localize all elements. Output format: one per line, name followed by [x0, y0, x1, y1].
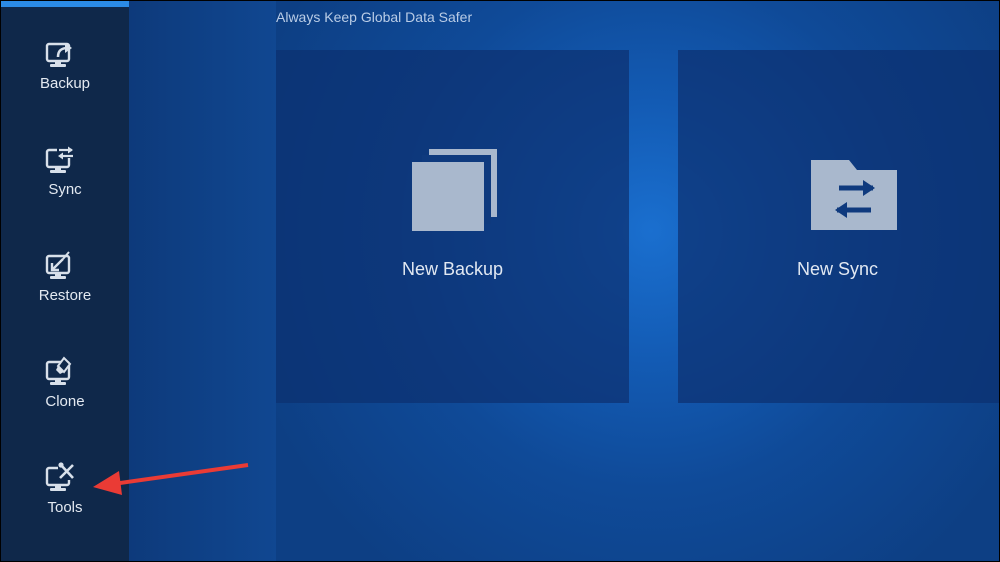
new-sync-tile[interactable]: New Sync — [678, 50, 999, 403]
sidebar-item-backup[interactable]: Backup — [1, 37, 129, 133]
sidebar-item-label: Sync — [48, 181, 82, 198]
tools-icon — [43, 461, 77, 495]
backup-icon — [43, 37, 77, 71]
sidebar-item-sync[interactable]: Sync — [1, 143, 129, 239]
sidebar-item-tools[interactable]: Tools — [1, 461, 129, 557]
restore-icon — [43, 249, 77, 283]
content-left-margin — [129, 1, 276, 561]
new-backup-label: New Backup — [401, 259, 504, 279]
sidebar-item-clone[interactable]: Clone — [1, 355, 129, 451]
sync-icon — [43, 143, 77, 177]
clone-icon — [43, 355, 77, 389]
new-backup-tile[interactable]: New Backup — [276, 50, 629, 403]
sidebar-item-label: Restore — [38, 287, 92, 304]
sidebar-item-label: Clone — [45, 393, 85, 410]
app-tagline: Always Keep Global Data Safer — [276, 9, 473, 25]
sidebar-item-label: Tools — [47, 499, 83, 516]
new-sync-label: New Sync — [796, 259, 879, 279]
app-window: Backup Sync Restore Clone Tools Always K… — [0, 0, 1000, 562]
sidebar-active-indicator — [1, 1, 129, 7]
sidebar-item-restore[interactable]: Restore — [1, 249, 129, 345]
sidebar-item-label: Backup — [39, 75, 91, 92]
copy-pages-icon — [412, 149, 498, 233]
folder-sync-icon — [811, 158, 899, 232]
sidebar: Backup Sync Restore Clone Tools — [1, 1, 129, 561]
